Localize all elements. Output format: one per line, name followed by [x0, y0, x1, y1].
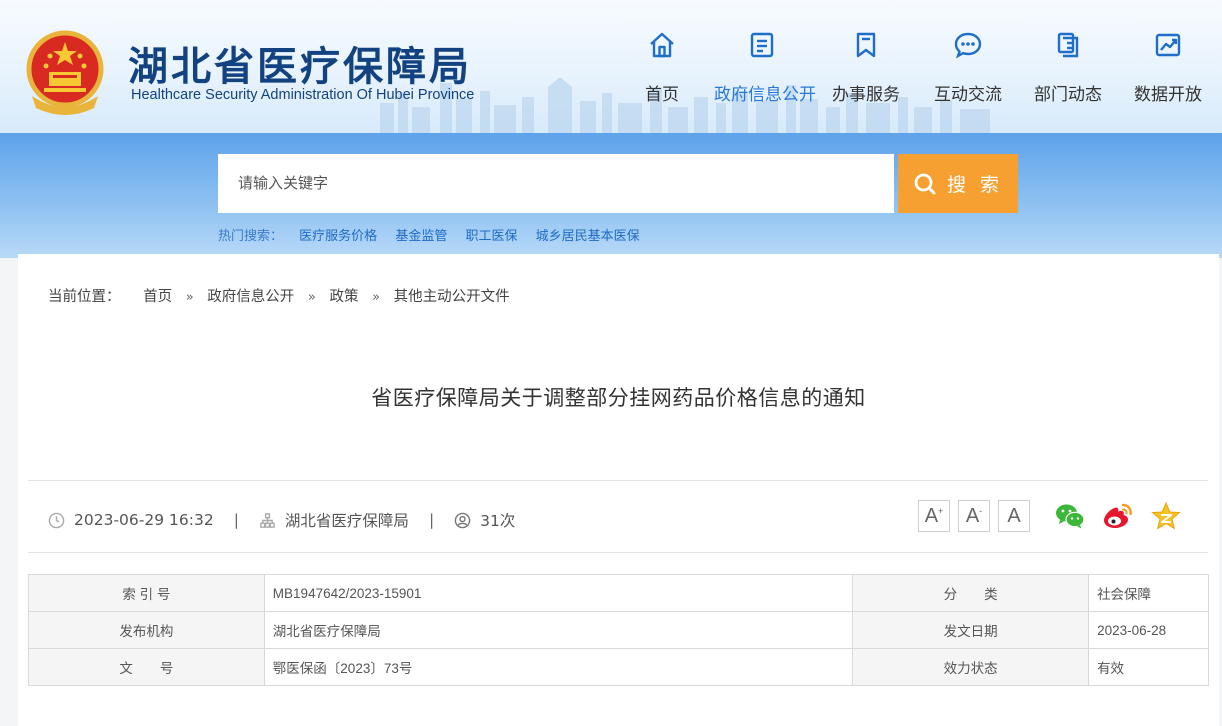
chat-icon: [954, 32, 982, 59]
national-emblem-icon: [26, 30, 104, 115]
search-icon: [914, 173, 936, 194]
font-increase-button[interactable]: A +: [918, 500, 950, 532]
site-title: 湖北省医疗保障局: [128, 43, 472, 90]
info-value: MB1947642/2023-15901: [263, 574, 854, 612]
site-header: 湖北省医疗保障局 Healthcare Security Administrat…: [0, 0, 1222, 133]
nav-gov-info[interactable]: 政府信息公开: [714, 30, 816, 105]
info-key: 分 类: [852, 574, 1090, 612]
site-subtitle: Healthcare Security Administration Of Hu…: [131, 87, 475, 103]
info-key: 效力状态: [852, 648, 1090, 686]
copy-icon: [1057, 32, 1079, 58]
font-button-label: A: [924, 504, 939, 527]
article-container: 当前位置： 首页 » 政府信息公开 » 政策 » 其他主动公开文件 省医疗保障局…: [18, 254, 1219, 726]
favorite-icon: [1151, 501, 1181, 530]
hot-search: 热门搜索： 医疗服务价格 基金监管 职工医保 城乡居民基本医保: [218, 225, 654, 244]
nav-services[interactable]: 办事服务: [818, 30, 914, 105]
font-decrease-button[interactable]: A-: [958, 500, 990, 532]
favorite[interactable]: [1150, 500, 1182, 532]
nav-interaction[interactable]: 互动交流: [920, 30, 1016, 105]
info-key: 索 引 号: [28, 574, 265, 612]
font-default-button[interactable]: A: [998, 500, 1030, 532]
hot-search-label: 热门搜索：: [218, 229, 284, 244]
info-value: 鄂医保函〔2023〕73号: [263, 648, 854, 686]
search-input[interactable]: [218, 154, 894, 213]
wechat-icon: [1056, 504, 1085, 529]
nav-label: 政府信息公开: [714, 85, 816, 105]
nav-label: 办事服务: [832, 85, 900, 105]
nav-home[interactable]: 首页: [614, 30, 710, 105]
breadcrumb-separator: »: [185, 290, 194, 305]
hot-search-link[interactable]: 医疗服务价格: [299, 229, 377, 244]
bookmark-icon: [856, 32, 876, 58]
info-value: 2023-06-28: [1088, 611, 1209, 649]
search-button-label: 搜 索: [946, 174, 1004, 196]
divider: [28, 552, 1208, 553]
divider: [28, 480, 1208, 481]
font-button-label: A: [965, 504, 980, 527]
breadcrumb-item-home[interactable]: 首页: [143, 289, 172, 305]
info-value: 有效: [1088, 648, 1209, 686]
publish-datetime: 2023-06-29 16:32: [74, 511, 214, 529]
info-value: 社会保障: [1088, 574, 1209, 612]
weibo-icon: [1104, 503, 1132, 528]
table-row: 文 号 鄂医保函〔2023〕73号 效力状态 有效: [28, 648, 1209, 686]
article-title: 省医疗保障局关于调整部分挂网药品价格信息的通知: [371, 386, 866, 410]
font-button-label: A: [1007, 504, 1021, 527]
nav-label: 数据开放: [1134, 85, 1202, 105]
font-button-sup: -: [979, 506, 983, 516]
hot-search-link[interactable]: 职工医保: [465, 229, 517, 244]
info-value: 湖北省医疗保障局: [263, 611, 854, 649]
breadcrumb-separator: »: [372, 290, 381, 305]
info-key: 发布机构: [28, 611, 265, 649]
view-count: 31次: [480, 512, 516, 530]
chart-icon: [1155, 33, 1181, 57]
user-icon: [454, 512, 471, 528]
nav-open-data[interactable]: 数据开放: [1120, 30, 1216, 105]
breadcrumb-item-policy[interactable]: 政策: [329, 289, 358, 305]
organization-icon: [260, 512, 275, 528]
share-wechat[interactable]: [1054, 500, 1086, 532]
publisher: 湖北省医疗保障局: [284, 512, 409, 530]
nav-label: 部门动态: [1034, 85, 1102, 105]
breadcrumb-item-other-files[interactable]: 其他主动公开文件: [394, 289, 510, 305]
breadcrumb-lead: 当前位置：: [48, 289, 121, 305]
info-key: 发文日期: [852, 611, 1090, 649]
share-weibo[interactable]: [1102, 500, 1134, 532]
font-button-sup: +: [938, 506, 944, 516]
document-icon: [750, 32, 774, 58]
info-key: 文 号: [28, 648, 265, 686]
nav-label: 互动交流: [934, 85, 1002, 105]
clock-icon: [48, 512, 65, 528]
hot-search-link[interactable]: 城乡居民基本医保: [536, 229, 640, 244]
breadcrumb-separator: »: [307, 290, 316, 305]
breadcrumb-item-gov-info[interactable]: 政府信息公开: [207, 289, 294, 305]
article-meta: 2023-06-29 16:32 | 湖北省医疗保障局 | 31次: [48, 509, 515, 531]
breadcrumb: 当前位置： 首页 » 政府信息公开 » 政策 » 其他主动公开文件: [48, 285, 510, 306]
document-info-table: 索 引 号 MB1947642/2023-15901 分 类 社会保障 发布机构…: [28, 574, 1209, 686]
table-row: 索 引 号 MB1947642/2023-15901 分 类 社会保障: [28, 574, 1209, 612]
search-band: 搜 索 热门搜索： 医疗服务价格 基金监管 职工医保 城乡居民基本医保: [0, 133, 1222, 258]
hot-search-link[interactable]: 基金监管: [395, 229, 447, 244]
search-button[interactable]: 搜 索: [898, 154, 1018, 213]
nav-label: 首页: [645, 85, 679, 105]
nav-dept-news[interactable]: 部门动态: [1020, 30, 1116, 105]
home-icon: [650, 32, 674, 58]
table-row: 发布机构 湖北省医疗保障局 发文日期 2023-06-28: [28, 611, 1209, 649]
